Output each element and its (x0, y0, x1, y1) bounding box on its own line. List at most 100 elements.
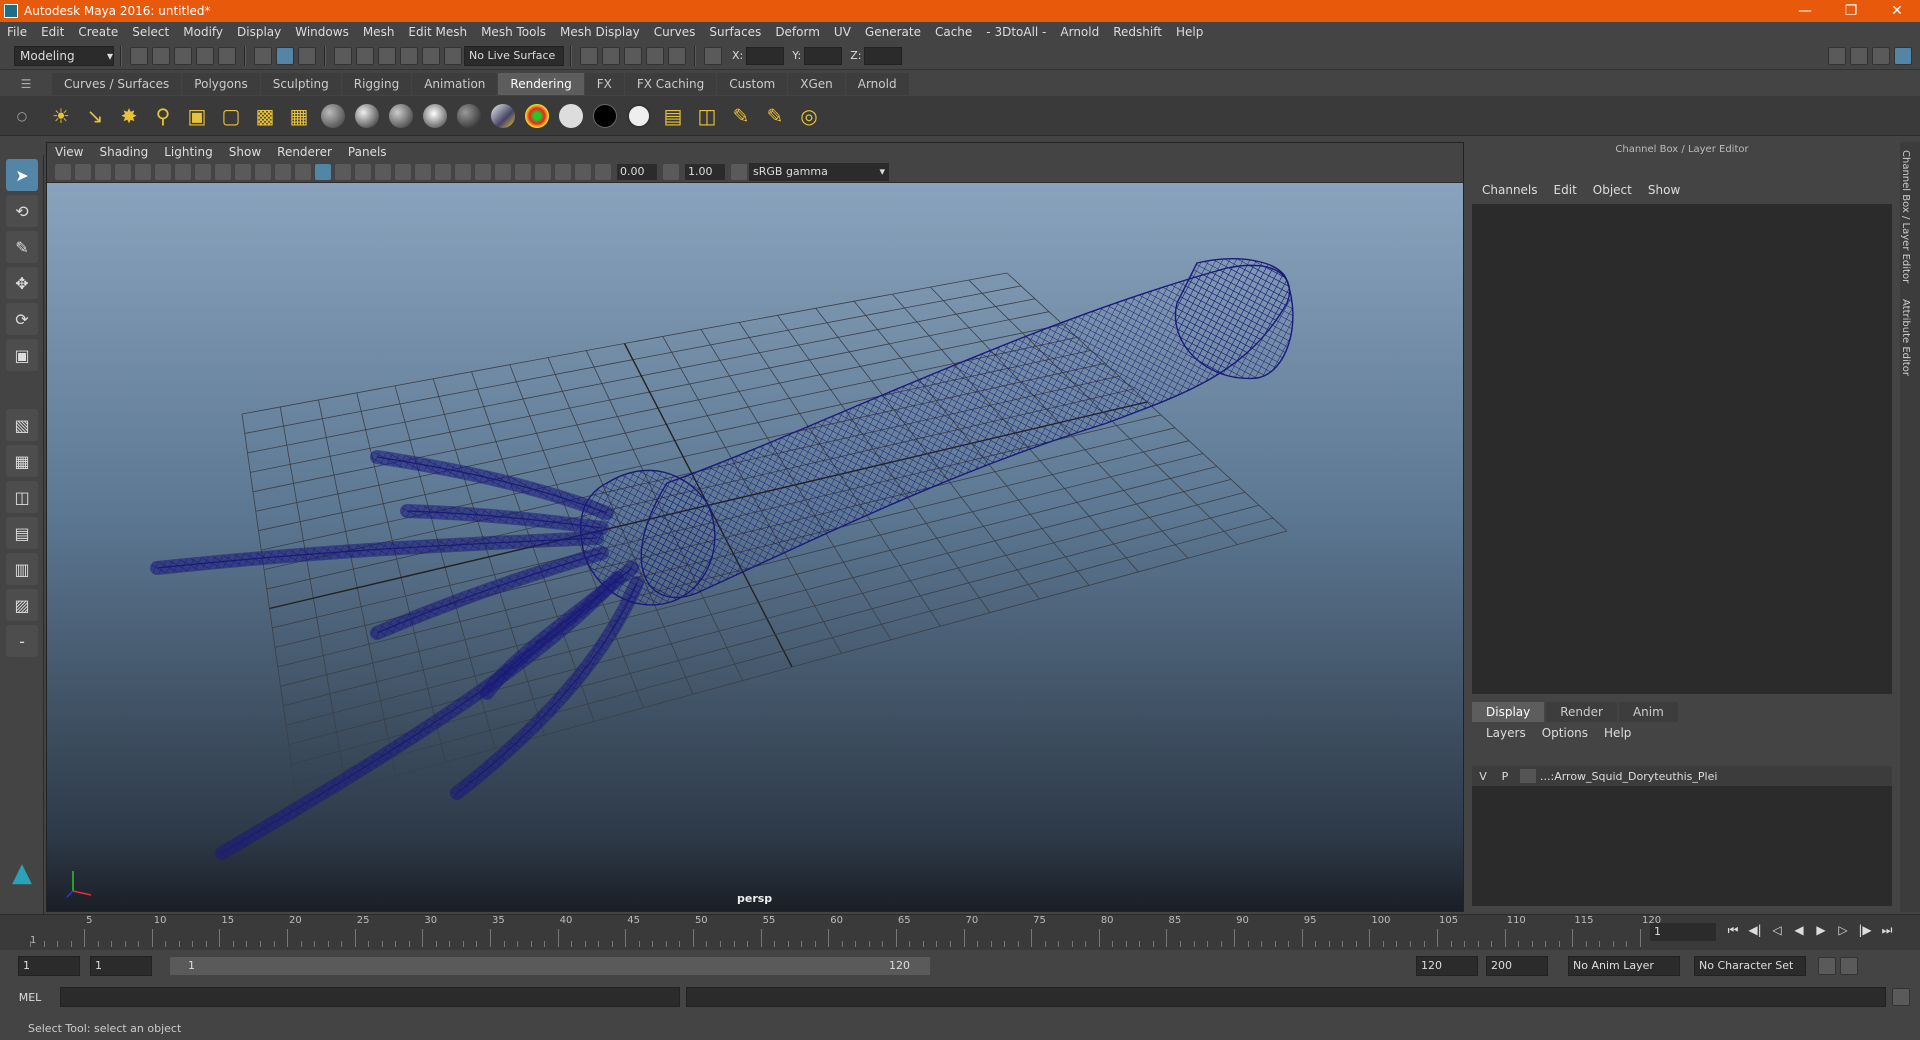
attribute-editor-toggle-icon[interactable] (1850, 46, 1868, 65)
two-d-pan-zoom-icon[interactable] (135, 163, 151, 180)
xray-icon[interactable] (535, 163, 551, 180)
safe-title-icon[interactable] (295, 163, 311, 180)
exposure-field[interactable]: 0.00 (617, 163, 657, 180)
shelf-options-icon[interactable]: ○ (0, 109, 44, 123)
minimize-button[interactable]: — (1782, 3, 1828, 19)
tab-rendering[interactable]: Rendering (498, 73, 584, 95)
tool-settings-toggle-icon[interactable] (1872, 46, 1890, 65)
layer-row[interactable]: V P ...:Arrow_Squid_Doryteuthis_Plei (1472, 766, 1892, 786)
tab-custom[interactable]: Custom (717, 73, 788, 95)
current-frame-field[interactable]: 1 (1650, 923, 1716, 941)
depth-of-field-icon[interactable] (495, 163, 511, 180)
bookmark-icon[interactable] (95, 163, 111, 180)
paint-select-tool-icon[interactable]: ✎ (6, 231, 38, 263)
render-current-frame-icon[interactable] (602, 46, 620, 65)
area-light-icon[interactable]: ▣ (183, 102, 211, 130)
field-chart-icon[interactable] (255, 163, 271, 180)
menu-cache[interactable]: Cache (928, 25, 979, 39)
menu-select[interactable]: Select (125, 25, 176, 39)
snap-grid-icon[interactable] (334, 46, 352, 65)
viewport-menu-show[interactable]: Show (221, 145, 269, 159)
tab-anim-layers[interactable]: Anim (1618, 702, 1678, 722)
blinn-material-icon[interactable] (355, 103, 379, 128)
tab-render-layers[interactable]: Render (1546, 702, 1617, 722)
menu-mesh-tools[interactable]: Mesh Tools (474, 25, 553, 39)
menu-uv[interactable]: UV (827, 25, 858, 39)
x-field[interactable] (746, 46, 785, 65)
restore-button[interactable]: ❐ (1828, 3, 1874, 19)
outliner-layout-icon[interactable]: ▨ (6, 589, 38, 621)
anti-aliasing-icon[interactable] (475, 163, 491, 180)
layer-visibility-toggle[interactable]: V (1472, 770, 1494, 783)
viewport-menu-panels[interactable]: Panels (340, 145, 395, 159)
layer-options-menu[interactable]: Options (1534, 726, 1596, 740)
modeling-toolkit-icon[interactable] (1828, 46, 1846, 65)
lambert-material-icon[interactable] (321, 103, 345, 128)
directional-light-icon[interactable]: ↘ (81, 102, 109, 130)
ambient-light-icon[interactable]: ☀ (47, 102, 75, 130)
anim-layer-dropdown[interactable]: No Anim Layer (1568, 956, 1680, 976)
wireframe-shading-icon[interactable] (315, 163, 331, 180)
scale-tool-icon[interactable]: ▣ (6, 339, 38, 371)
tab-arnold[interactable]: Arnold (845, 73, 909, 95)
persp-outliner-layout-icon[interactable]: ▥ (6, 553, 38, 585)
viewport-menu-renderer[interactable]: Renderer (269, 145, 340, 159)
side-by-side-layout-icon[interactable]: ◫ (6, 481, 38, 513)
select-component-icon[interactable] (298, 46, 316, 65)
y-field[interactable] (804, 46, 843, 65)
safe-action-icon[interactable] (275, 163, 291, 180)
gamma-field[interactable]: 1.00 (685, 163, 725, 180)
lasso-tool-icon[interactable]: ⟲ (6, 195, 38, 227)
select-object-icon[interactable] (276, 46, 294, 65)
render-settings-icon[interactable] (646, 46, 664, 65)
snap-view-plane-icon[interactable] (400, 46, 418, 65)
menu-mesh[interactable]: Mesh (356, 25, 402, 39)
script-language-label[interactable]: MEL (0, 991, 60, 1004)
channel-show-menu[interactable]: Show (1640, 183, 1688, 197)
exposure-icon[interactable] (595, 163, 611, 180)
use-all-lights-icon[interactable] (395, 163, 411, 180)
menu-mesh-display[interactable]: Mesh Display (553, 25, 647, 39)
hypershade-icon[interactable] (668, 46, 686, 65)
channel-box-area[interactable] (1472, 204, 1892, 694)
tab-curves-surfaces[interactable]: Curves / Surfaces (52, 73, 182, 95)
color-management-icon[interactable] (731, 163, 747, 180)
point-light-icon[interactable]: ✸ (115, 102, 143, 130)
go-to-start-icon[interactable]: ⏮ (1724, 923, 1742, 941)
step-forward-icon[interactable]: |▶ (1856, 923, 1874, 941)
play-backwards-icon[interactable]: ◀ (1790, 923, 1808, 941)
layer-playback-toggle[interactable]: P (1494, 770, 1516, 783)
render-batch-icon[interactable]: ◫ (693, 102, 721, 130)
close-button[interactable]: ✕ (1874, 3, 1920, 19)
animation-preferences-icon[interactable] (1840, 957, 1858, 975)
auto-key-icon[interactable] (1818, 957, 1836, 975)
menu-file[interactable]: File (0, 25, 34, 39)
snap-magnet-icon[interactable] (444, 46, 462, 65)
grid-toggle-icon[interactable] (175, 163, 191, 180)
menu-modify[interactable]: Modify (176, 25, 230, 39)
grease-pencil-icon[interactable] (155, 163, 171, 180)
shelf-menu-icon[interactable]: ☰ (0, 77, 52, 91)
menu-curves[interactable]: Curves (647, 25, 703, 39)
undo-icon[interactable] (196, 46, 214, 65)
menu-edit-mesh[interactable]: Edit Mesh (401, 25, 474, 39)
phong-material-icon[interactable] (389, 103, 413, 128)
camera-aim-icon[interactable]: ▦ (285, 102, 313, 130)
spot-light-icon[interactable]: ⚲ (149, 102, 177, 130)
play-forwards-icon[interactable]: ▶ (1812, 923, 1830, 941)
tab-channel-box-side[interactable]: Channel Box / Layer Editor (1900, 142, 1911, 291)
layers-menu[interactable]: Layers (1478, 726, 1534, 740)
menu-create[interactable]: Create (71, 25, 125, 39)
script-editor-icon[interactable] (1892, 988, 1910, 1006)
tab-sculpting[interactable]: Sculpting (260, 73, 341, 95)
tab-attribute-editor-side[interactable]: Attribute Editor (1900, 291, 1911, 384)
save-scene-icon[interactable] (174, 46, 192, 65)
volume-light-icon[interactable]: ▢ (217, 102, 245, 130)
transform-mode-icon[interactable] (704, 46, 722, 65)
render-view-shelf-icon[interactable]: ▤ (659, 102, 687, 130)
camera-select-icon[interactable] (55, 163, 71, 180)
tab-fx-caching[interactable]: FX Caching (624, 73, 717, 95)
menu-help[interactable]: Help (1169, 25, 1210, 39)
time-slider[interactable]: 1 5 10 15 20 25 30 35 40 45 50 55 60 65 70 75 80 85 90 95 10… (0, 914, 1920, 950)
character-set-dropdown[interactable]: No Character Set (1694, 956, 1806, 976)
